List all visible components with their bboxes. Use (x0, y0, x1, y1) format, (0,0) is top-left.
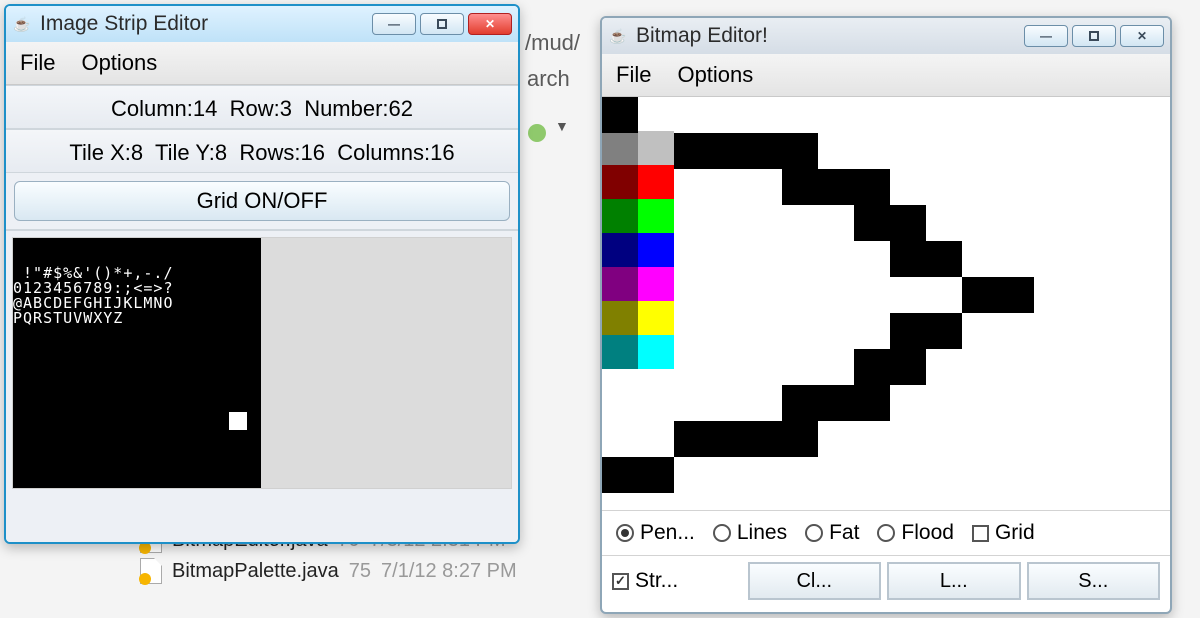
color-swatch[interactable] (638, 165, 674, 199)
tool-lines-radio[interactable]: Lines (713, 521, 787, 545)
close-button[interactable]: ✕ (1120, 25, 1164, 47)
pixel[interactable] (890, 313, 926, 349)
menubar: File Options (602, 54, 1170, 97)
tool-radio-row: Pen... Lines Fat Flood Grid (602, 510, 1170, 555)
color-swatch[interactable] (602, 267, 638, 301)
window-title: Image Strip Editor (40, 12, 364, 36)
pixel[interactable] (818, 385, 854, 421)
file-rev: 75 (349, 560, 371, 583)
menubar: File Options (6, 42, 518, 85)
color-swatch[interactable] (602, 335, 638, 369)
color-swatch[interactable] (638, 267, 674, 301)
tool-fat-radio[interactable]: Fat (805, 521, 859, 545)
grid-checkbox[interactable]: Grid (972, 521, 1035, 545)
pixel[interactable] (782, 169, 818, 205)
ascii-glyphs: !"#$%&'()*+,-./ 0123456789:;<=>? @ABCDEF… (13, 266, 174, 326)
minimize-button[interactable]: — (372, 13, 416, 35)
window-title: Bitmap Editor! (636, 24, 1016, 48)
menu-options[interactable]: Options (677, 62, 753, 88)
color-swatch[interactable] (638, 335, 674, 369)
color-swatch[interactable] (638, 301, 674, 335)
pixel[interactable] (638, 457, 674, 493)
pixel[interactable] (926, 241, 962, 277)
image-strip-editor-window[interactable]: ☕ Image Strip Editor — ✕ File Options Co… (4, 4, 520, 544)
pixel[interactable] (854, 169, 890, 205)
str-checkbox[interactable]: Str... (612, 569, 742, 593)
pixel[interactable] (890, 349, 926, 385)
color-swatch[interactable] (602, 131, 638, 165)
pixel[interactable] (674, 421, 710, 457)
pixel[interactable] (890, 241, 926, 277)
pixel[interactable] (710, 421, 746, 457)
file-name: BitmapPalette.java (172, 560, 339, 583)
tool-flood-radio[interactable]: Flood (877, 521, 954, 545)
titlebar[interactable]: ☕ Bitmap Editor! — ✕ (602, 18, 1170, 54)
color-palette (602, 131, 674, 369)
color-swatch[interactable] (602, 301, 638, 335)
clear-button[interactable]: Cl... (748, 562, 882, 600)
pixel[interactable] (602, 457, 638, 493)
file-date: 7/1/12 8:27 PM (381, 560, 517, 583)
pixel[interactable] (782, 385, 818, 421)
selection-cursor (229, 412, 247, 430)
color-swatch[interactable] (602, 233, 638, 267)
status-line-2: Tile X:8 Tile Y:8 Rows:16 Columns:16 (6, 129, 518, 173)
pixel[interactable] (674, 133, 710, 169)
color-swatch[interactable] (602, 199, 638, 233)
color-swatch[interactable] (638, 199, 674, 233)
pixel[interactable] (854, 205, 890, 241)
run-icon (528, 124, 546, 142)
pixel[interactable] (782, 421, 818, 457)
pixel[interactable] (926, 313, 962, 349)
pixel[interactable] (962, 277, 998, 313)
bitmap-editor-window[interactable]: ☕ Bitmap Editor! — ✕ File Options Pen...… (600, 16, 1172, 614)
pixel[interactable] (746, 133, 782, 169)
maximize-button[interactable] (420, 13, 464, 35)
close-button[interactable]: ✕ (468, 13, 512, 35)
java-cup-icon: ☕ (608, 26, 628, 46)
color-swatch[interactable] (602, 165, 638, 199)
color-swatch[interactable] (638, 233, 674, 267)
file-row-2[interactable]: BitmapPalette.java 75 7/1/12 8:27 PM (140, 558, 517, 584)
menu-file[interactable]: File (20, 50, 55, 76)
java-file-icon (140, 558, 162, 584)
pixel[interactable] (602, 97, 638, 133)
dropdown-arrow-icon: ▼ (555, 118, 569, 134)
minimize-button[interactable]: — (1024, 25, 1068, 47)
color-swatch[interactable] (638, 131, 674, 165)
menu-file[interactable]: File (616, 62, 651, 88)
pixel[interactable] (746, 421, 782, 457)
java-cup-icon: ☕ (12, 14, 32, 34)
pixel[interactable] (818, 169, 854, 205)
search-fragment: arch (527, 66, 570, 92)
button-row: Str... Cl... L... S... (602, 555, 1170, 612)
pixel[interactable] (710, 133, 746, 169)
url-fragment: /mud/ (525, 30, 580, 56)
menu-options[interactable]: Options (81, 50, 157, 76)
grid-toggle-button[interactable]: Grid ON/OFF (14, 181, 510, 221)
strip-preview[interactable]: !"#$%&'()*+,-./ 0123456789:;<=>? @ABCDEF… (12, 237, 512, 489)
load-button[interactable]: L... (887, 562, 1021, 600)
tool-pen-radio[interactable]: Pen... (616, 521, 695, 545)
pixel[interactable] (854, 349, 890, 385)
titlebar[interactable]: ☕ Image Strip Editor — ✕ (6, 6, 518, 42)
save-button[interactable]: S... (1027, 562, 1161, 600)
pixel[interactable] (998, 277, 1034, 313)
pixel-canvas[interactable] (602, 97, 1170, 510)
pixel[interactable] (782, 133, 818, 169)
maximize-button[interactable] (1072, 25, 1116, 47)
pixel[interactable] (854, 385, 890, 421)
pixel[interactable] (890, 205, 926, 241)
status-line-1: Column:14 Row:3 Number:62 (6, 85, 518, 129)
